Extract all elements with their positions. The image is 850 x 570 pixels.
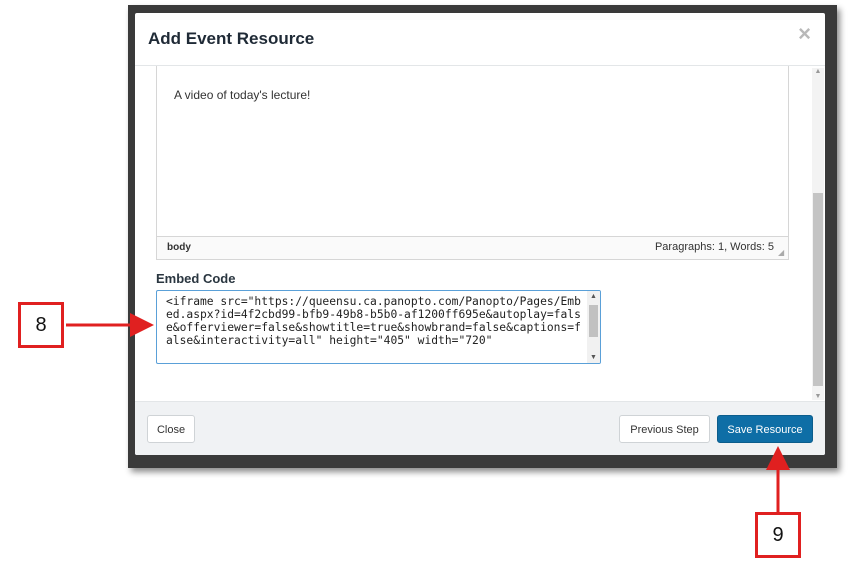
callout-9: 9 bbox=[755, 512, 801, 558]
callout-8: 8 bbox=[18, 302, 64, 348]
annotation-arrows bbox=[66, 313, 790, 512]
